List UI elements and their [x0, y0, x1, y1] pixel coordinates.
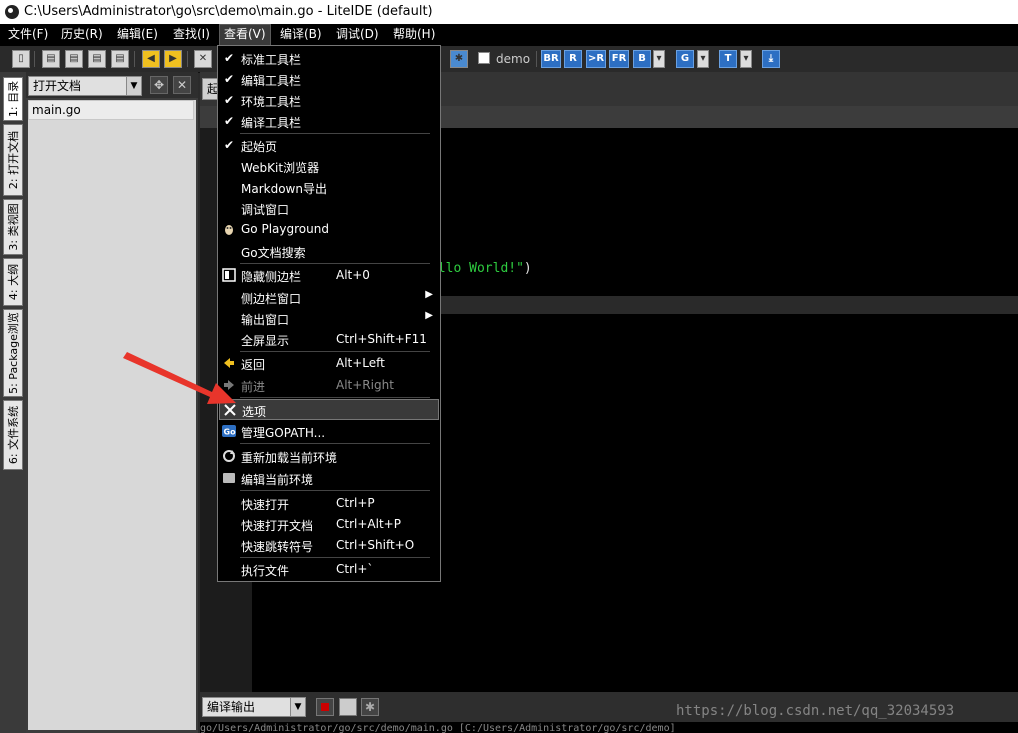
- split-icon[interactable]: ✥: [150, 76, 168, 94]
- menu-item-webkit-browser[interactable]: WebKit浏览器: [219, 156, 439, 177]
- build-dropdown-icon[interactable]: ▾: [653, 50, 665, 68]
- menu-history[interactable]: 历史(R): [57, 24, 107, 46]
- menu-item-forward: 前进 Alt+Right: [219, 375, 439, 396]
- output-text: go/Users/Administrator/go/src/demo/main.…: [200, 722, 1018, 733]
- menu-item-reload-env[interactable]: 重新加载当前环境: [219, 446, 439, 467]
- tab-outline[interactable]: 4: 大纲: [3, 258, 23, 306]
- toolbar: ▯ ▤ ▤ ▤ ▤ ◀ ▶ ✕ ✱ demo BR R >R FR B ▾ G …: [0, 46, 1018, 73]
- menu-item-quick-open-doc[interactable]: 快速打开文档 Ctrl+Alt+P: [219, 514, 439, 535]
- menu-item-go-playground[interactable]: Go Playground: [219, 219, 439, 240]
- menu-item-hide-sidebar[interactable]: 隐藏侧边栏 Alt+0: [219, 265, 439, 286]
- reload-icon: [222, 449, 236, 463]
- check-icon: ✔: [224, 114, 235, 128]
- back-arrow-icon: [222, 356, 236, 370]
- menu-item-quick-open[interactable]: 快速打开 Ctrl+P: [219, 493, 439, 514]
- window-title: C:\Users\Administrator\go\src\demo\main.…: [24, 4, 433, 19]
- tools-icon: [223, 403, 237, 417]
- menu-file[interactable]: 文件(F): [4, 24, 52, 46]
- menu-edit[interactable]: 编辑(E): [113, 24, 162, 46]
- menu-help[interactable]: 帮助(H): [389, 24, 439, 46]
- svg-text:Go: Go: [224, 428, 237, 437]
- back-icon[interactable]: ◀: [142, 50, 160, 68]
- chevron-down-icon: ▼: [126, 77, 141, 95]
- get-button[interactable]: G: [676, 50, 694, 68]
- save-icon[interactable]: ▤: [88, 50, 106, 68]
- menu-find[interactable]: 查找(I): [169, 24, 214, 46]
- install-icon[interactable]: ⤓: [762, 50, 780, 68]
- run-button[interactable]: R: [564, 50, 582, 68]
- menu-item-start-page[interactable]: ✔ 起始页: [219, 135, 439, 156]
- stop-icon[interactable]: [316, 698, 334, 716]
- menu-item-env-toolbar[interactable]: ✔ 环境工具栏: [219, 90, 439, 111]
- file-run-button[interactable]: FR: [609, 50, 629, 68]
- menu-item-edit-env[interactable]: 编辑当前环境: [219, 468, 439, 489]
- tab-directory[interactable]: 1: 目录: [3, 77, 23, 121]
- forward-arrow-icon: [222, 378, 236, 392]
- menu-item-quick-goto-symbol[interactable]: 快速跳转符号 Ctrl+Shift+O: [219, 535, 439, 556]
- menu-view[interactable]: 查看(V): [219, 24, 271, 46]
- check-icon: ✔: [224, 51, 235, 65]
- menu-item-go-doc-search[interactable]: Go文档搜索: [219, 241, 439, 262]
- liteide-app-icon: [5, 5, 19, 19]
- get-dropdown-icon[interactable]: ▾: [697, 50, 709, 68]
- file-list: main.go: [28, 100, 196, 730]
- run-term-button[interactable]: >R: [586, 50, 606, 68]
- submenu-arrow-icon: ▶: [425, 289, 433, 300]
- open-file-icon[interactable]: ▤: [42, 50, 60, 68]
- test-dropdown-icon[interactable]: ▾: [740, 50, 752, 68]
- menu-item-markdown-export[interactable]: Markdown导出: [219, 177, 439, 198]
- output-selector[interactable]: 编译输出 ▼: [202, 697, 306, 717]
- check-icon: ✔: [224, 72, 235, 86]
- menu-item-standard-toolbar[interactable]: ✔ 标准工具栏: [219, 48, 439, 69]
- check-icon: ✔: [224, 138, 235, 152]
- build-run-button[interactable]: BR: [541, 50, 561, 68]
- menu-build[interactable]: 编译(B): [276, 24, 326, 46]
- forward-icon[interactable]: ▶: [164, 50, 182, 68]
- tab-open-documents[interactable]: 2: 打开文档: [3, 124, 23, 196]
- menu-item-debug-window[interactable]: 调试窗口: [219, 198, 439, 219]
- env-icon: [222, 471, 236, 485]
- submenu-arrow-icon: ▶: [425, 310, 433, 321]
- build-button[interactable]: B: [633, 50, 651, 68]
- settings-gear-icon[interactable]: ✱: [450, 50, 468, 68]
- watermark: https://blog.csdn.net/qq_32034593: [676, 703, 955, 719]
- demo-label: demo: [496, 52, 531, 66]
- code-line[interactable]: ello World!"): [430, 261, 532, 276]
- menu-item-fullscreen[interactable]: 全屏显示 Ctrl+Shift+F11: [219, 329, 439, 350]
- panel-selector[interactable]: 打开文档 ▼: [28, 76, 142, 96]
- sidebar-icon: [222, 268, 236, 282]
- open-documents-panel: 打开文档 ▼ ✥ ✕ main.go: [26, 72, 198, 733]
- menu-item-sidebar-windows[interactable]: 侧边栏窗口 ▶: [219, 287, 439, 308]
- left-tab-strip: 1: 目录 2: 打开文档 3: 类视图 4: 大纲 5: Package浏览 …: [0, 72, 27, 733]
- list-item[interactable]: main.go: [28, 100, 194, 120]
- tools-icon[interactable]: ✕: [194, 50, 212, 68]
- test-button[interactable]: T: [719, 50, 737, 68]
- menu-debug[interactable]: 调试(D): [332, 24, 383, 46]
- tab-package-browser[interactable]: 5: Package浏览: [3, 309, 23, 397]
- gopher-icon: [222, 222, 236, 236]
- demo-checkbox[interactable]: [478, 52, 490, 64]
- save-all-icon[interactable]: ▤: [111, 50, 129, 68]
- menu-item-options[interactable]: 选项: [219, 399, 439, 420]
- go-icon: Go: [222, 424, 236, 438]
- close-icon[interactable]: ✕: [173, 76, 191, 94]
- menu-item-execute-file[interactable]: 执行文件 Ctrl+`: [219, 559, 439, 580]
- title-bar: C:\Users\Administrator\go\src\demo\main.…: [0, 0, 1018, 25]
- panel-header: 打开文档 ▼ ✥ ✕: [26, 72, 198, 98]
- menu-item-edit-toolbar[interactable]: ✔ 编辑工具栏: [219, 69, 439, 90]
- menu-item-back[interactable]: 返回 Alt+Left: [219, 353, 439, 374]
- menu-item-output-windows[interactable]: 输出窗口 ▶: [219, 308, 439, 329]
- gear-icon[interactable]: ✱: [361, 698, 379, 716]
- new-file-icon[interactable]: ▯: [12, 50, 30, 68]
- chevron-down-icon: ▼: [290, 698, 305, 716]
- clear-icon[interactable]: [339, 698, 357, 716]
- menu-item-build-toolbar[interactable]: ✔ 编译工具栏: [219, 111, 439, 132]
- menu-item-manage-gopath[interactable]: Go 管理GOPATH...: [219, 421, 439, 442]
- view-menu-dropdown: ✔ 标准工具栏 ✔ 编辑工具栏 ✔ 环境工具栏 ✔ 编译工具栏 ✔ 起始页 WebKit浏…: [217, 45, 441, 582]
- tab-file-system[interactable]: 6: 文件系统: [3, 400, 23, 470]
- tab-class-view[interactable]: 3: 类视图: [3, 199, 23, 255]
- open-folder-icon[interactable]: ▤: [65, 50, 83, 68]
- check-icon: ✔: [224, 93, 235, 107]
- menu-bar: 文件(F) 历史(R) 编辑(E) 查找(I) 查看(V) 编译(B) 调试(D…: [0, 24, 1018, 46]
